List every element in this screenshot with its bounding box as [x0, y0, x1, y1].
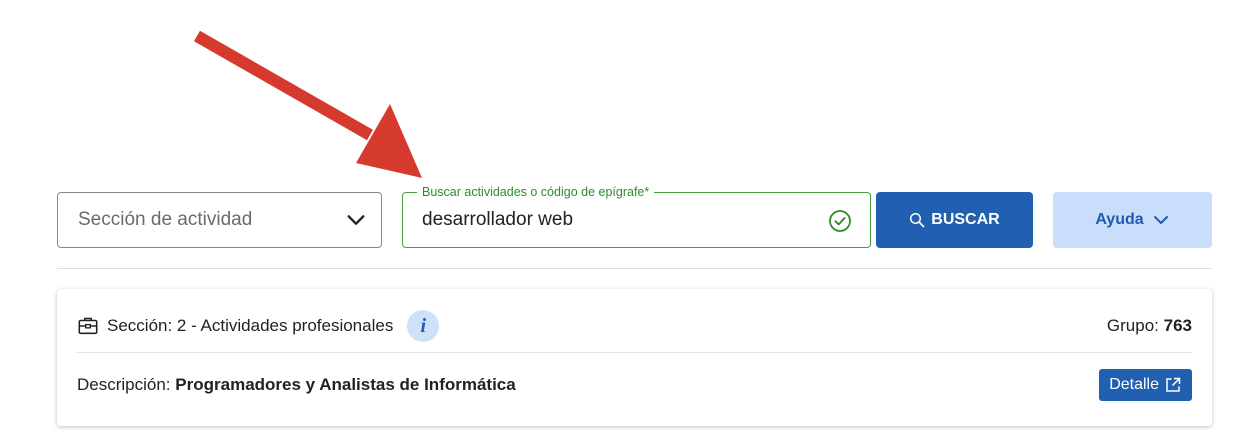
section-info: Sección: 2 - Actividades profesionales i	[77, 310, 440, 342]
search-field-label: Buscar actividades o código de epígrafe*	[417, 184, 655, 200]
help-button-label: Ayuda	[1095, 211, 1144, 228]
result-card: Sección: 2 - Actividades profesionales i…	[57, 289, 1212, 426]
section-select-placeholder: Sección de actividad	[78, 209, 253, 230]
description-label: Descripción:	[77, 375, 171, 394]
result-description: Descripción: Programadores y Analistas d…	[77, 369, 1192, 401]
section-select[interactable]: Sección de actividad	[57, 192, 382, 248]
description-value: Programadores y Analistas de Informática	[175, 375, 516, 394]
card-divider	[77, 352, 1192, 353]
search-button-label: BUSCAR	[931, 211, 1000, 228]
section-label: Sección: 2 - Actividades profesionales	[107, 316, 394, 335]
chevron-down-icon	[347, 215, 365, 225]
divider	[57, 268, 1212, 269]
detail-button-label: Detalle	[1109, 376, 1159, 393]
info-icon-glyph: i	[420, 314, 427, 337]
detail-button[interactable]: Detalle	[1099, 369, 1192, 401]
chevron-down-icon	[1153, 216, 1168, 224]
group-value: 763	[1163, 316, 1192, 335]
group-label: Grupo:	[1106, 316, 1159, 335]
search-field[interactable]: Buscar actividades o código de epígrafe*	[402, 184, 871, 248]
help-button[interactable]: Ayuda	[1053, 192, 1212, 248]
check-circle-icon	[829, 210, 851, 232]
search-button[interactable]: BUSCAR	[876, 192, 1033, 248]
description: Descripción: Programadores y Analistas d…	[77, 375, 516, 395]
briefcase-icon	[78, 317, 98, 335]
search-icon	[910, 212, 925, 228]
result-header: Sección: 2 - Actividades profesionales i…	[77, 309, 1192, 343]
search-input[interactable]	[422, 206, 812, 234]
external-link-icon	[1166, 377, 1181, 392]
info-icon[interactable]: i	[407, 310, 440, 342]
group-info: Grupo: 763	[1107, 316, 1192, 336]
